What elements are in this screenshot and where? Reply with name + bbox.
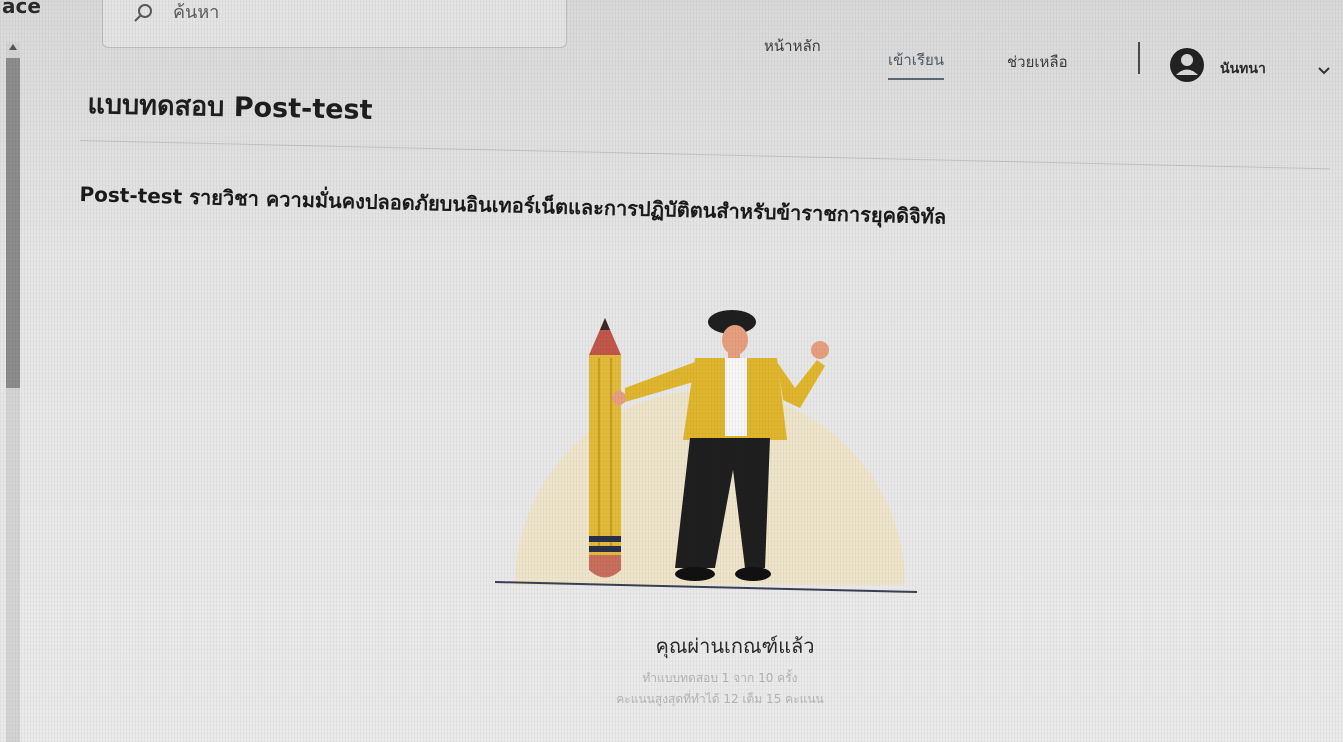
top-navigation-bar: ace หน้าหลัก เข้าเรียน ช่วยเหลือ นันทนา — [0, 0, 1343, 82]
section-divider — [79, 140, 1330, 170]
attempts-text: ทำแบบทดสอบ 1 จาก 10 ครั้ง — [642, 671, 798, 685]
chevron-down-icon[interactable] — [1318, 66, 1330, 76]
search-box[interactable] — [102, 0, 567, 48]
success-illustration — [495, 310, 918, 593]
user-name[interactable]: นันทนา — [1220, 58, 1266, 80]
nav-link-help[interactable]: ช่วยเหลือ — [1007, 50, 1068, 74]
nav-divider — [1138, 42, 1140, 74]
best-score-text: คะแนนสูงสุดที่ทำได้ 12 เต็ม 15 คะแนน — [616, 692, 824, 706]
scroll-up-arrow-icon[interactable] — [9, 44, 17, 50]
screen: ace หน้าหลัก เข้าเรียน ช่วยเหลือ นันทนา … — [0, 0, 1343, 742]
nav-link-home[interactable]: หน้าหลัก — [764, 34, 821, 58]
scrollbar-thumb[interactable] — [6, 58, 20, 388]
course-title: Post-test รายวิชา ความมั่นคงปลอดภัยบนอิน… — [79, 181, 947, 229]
nav-link-courses[interactable]: เข้าเรียน — [888, 48, 945, 80]
site-logo[interactable]: ace — [2, 0, 41, 18]
page-title: แบบทดสอบ Post-test — [87, 88, 373, 126]
search-icon — [134, 4, 152, 22]
result-title: คุณผ่านเกณฑ์แล้ว — [655, 634, 815, 658]
user-avatar-icon[interactable] — [1170, 48, 1204, 82]
pencil-icon — [589, 318, 621, 578]
search-input[interactable] — [171, 1, 475, 24]
